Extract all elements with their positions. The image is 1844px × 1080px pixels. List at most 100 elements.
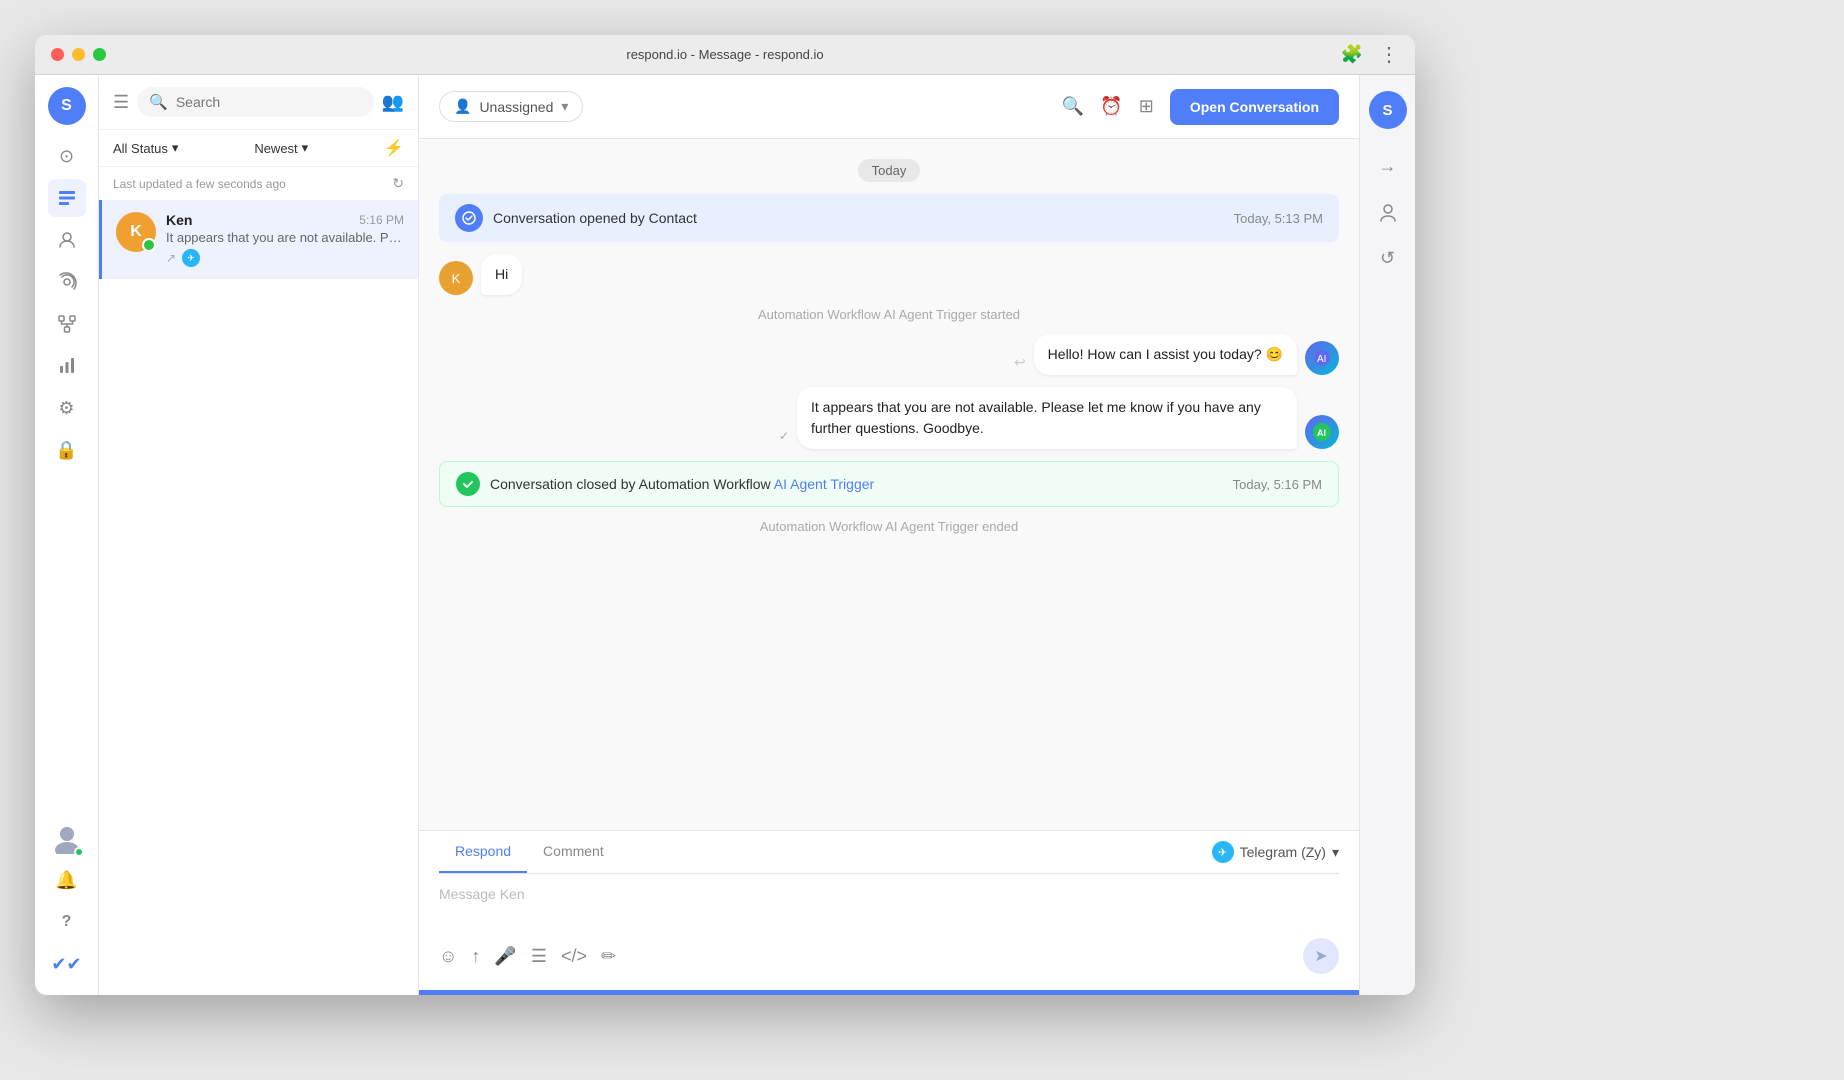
forward-icon: ↗ <box>166 251 176 265</box>
assignee-dropdown[interactable]: 👤 Unassigned ▾ <box>439 91 583 122</box>
open-conversation-button[interactable]: Open Conversation <box>1170 89 1339 125</box>
message-bubble-incoming: Hi <box>481 254 522 295</box>
send-button[interactable]: ➤ <box>1303 938 1339 974</box>
svg-text:AI: AI <box>1317 428 1326 438</box>
date-chip: Today <box>858 159 921 182</box>
hierarchy-icon[interactable]: ⊞ <box>1139 96 1154 117</box>
history-icon[interactable]: ↺ <box>1369 239 1407 277</box>
conversation-panel: ☰ 🔍 👥 All Status ▾ Newest ▾ ⚡ L <box>99 75 419 995</box>
telegram-icon: ✈ <box>1212 841 1234 863</box>
channel-selector[interactable]: ✈ Telegram (Zy) ▾ <box>1212 831 1339 873</box>
sidebar-item-contacts[interactable] <box>48 221 86 259</box>
refresh-icon[interactable]: ↻ <box>392 175 404 192</box>
menu-icon[interactable]: ⋮ <box>1379 42 1399 67</box>
last-updated-text: Last updated a few seconds ago <box>113 177 286 191</box>
emoji-icon[interactable]: ☺ <box>439 946 457 967</box>
tab-comment[interactable]: Comment <box>527 831 620 873</box>
right-user-avatar[interactable]: S <box>1369 91 1407 129</box>
compose-area: Respond Comment ✈ Telegram (Zy) ▾ Messag… <box>419 830 1359 990</box>
ai-trigger-link[interactable]: AI Agent Trigger <box>774 476 874 492</box>
person-icon: 👤 <box>454 98 471 115</box>
nav-bottom: 🔔 ? ✔✔ <box>48 819 86 983</box>
automation-ended-text: Automation Workflow AI Agent Trigger end… <box>439 519 1339 534</box>
title-bar-right: 🧩 ⋮ <box>1341 42 1399 67</box>
online-badge <box>142 238 156 252</box>
sidebar-item-notifications[interactable]: 🔔 <box>48 861 86 899</box>
sidebar-item-workflows[interactable] <box>48 305 86 343</box>
user-avatar[interactable]: S <box>48 87 86 125</box>
filter-row: All Status ▾ Newest ▾ ⚡ <box>99 130 418 167</box>
variable-icon[interactable]: </> <box>561 946 587 967</box>
right-panel: S → ↺ <box>1359 75 1415 995</box>
close-button[interactable] <box>51 48 64 61</box>
puzzle-icon[interactable]: 🧩 <box>1341 44 1363 65</box>
search-input[interactable] <box>176 94 362 110</box>
search-box[interactable]: 🔍 <box>137 87 373 117</box>
sidebar-item-security[interactable]: 🔒 <box>48 431 86 469</box>
search-icon: 🔍 <box>149 93 168 111</box>
add-contact-icon[interactable]: 👥 <box>382 92 404 113</box>
fullscreen-button[interactable] <box>93 48 106 61</box>
system-msg-closed: Conversation closed by Automation Workfl… <box>439 461 1339 507</box>
sidebar-item-reports[interactable] <box>48 347 86 385</box>
reply-icon: ↩ <box>1014 354 1026 371</box>
last-updated-row: Last updated a few seconds ago ↻ <box>99 167 418 200</box>
chevron-down-icon: ▾ <box>561 98 568 115</box>
conv-header: ☰ 🔍 👥 <box>99 75 418 130</box>
sort-filter[interactable]: Newest ▾ <box>254 140 308 156</box>
audio-icon[interactable]: 🎤 <box>494 946 516 967</box>
title-bar: respond.io - Message - respond.io 🧩 ⋮ <box>35 35 1415 75</box>
compose-toolbar: ☺ ↑ 🎤 ☰ </> ✏ ➤ <box>439 938 1339 974</box>
traffic-lights <box>51 48 106 61</box>
conv-contact-name: Ken <box>166 212 192 228</box>
date-divider: Today <box>439 159 1339 182</box>
conv-details: Ken 5:16 PM It appears that you are not … <box>166 212 404 267</box>
message-row-bot-2: ✓ It appears that you are not available.… <box>439 387 1339 449</box>
automation-started-text: Automation Workflow AI Agent Trigger sta… <box>439 307 1339 322</box>
main-content: S ⊙ <box>35 75 1415 995</box>
message-row-incoming: K Hi <box>439 254 1339 295</box>
sidebar-item-broadcasts[interactable] <box>48 263 86 301</box>
system-closed-time: Today, 5:16 PM <box>1233 477 1322 492</box>
system-msg-opened: Conversation opened by Contact Today, 5:… <box>439 194 1339 242</box>
sidebar-item-profile[interactable] <box>48 819 86 857</box>
system-msg-text: Conversation opened by Contact <box>493 210 1224 226</box>
conv-preview: It appears that you are not available. P… <box>166 230 404 245</box>
tab-respond[interactable]: Respond <box>439 831 527 873</box>
telegram-badge: ✈ <box>182 249 200 267</box>
sidebar-item-settings[interactable]: ⚙ <box>48 389 86 427</box>
sidebar-item-checkmark[interactable]: ✔✔ <box>48 945 86 983</box>
conversation-item[interactable]: K Ken 5:16 PM It appears that you are no… <box>99 200 418 279</box>
status-filter[interactable]: All Status ▾ <box>113 140 178 156</box>
person-wave-icon[interactable] <box>1369 193 1407 231</box>
sidebar-item-dashboard[interactable]: ⊙ <box>48 137 86 175</box>
attachment-icon[interactable]: ↑ <box>471 946 480 967</box>
chevron-down-icon: ▾ <box>302 140 309 156</box>
conv-icons: ↗ ✈ <box>166 249 404 267</box>
forward-action-icon[interactable]: → <box>1369 147 1407 185</box>
compose-tabs: Respond Comment ✈ Telegram (Zy) ▾ <box>439 831 1339 874</box>
checkmark-icon: ✓ <box>779 429 789 443</box>
message-row-bot-1: ↩ Hello! How can I assist you today? 😊 A… <box>439 334 1339 375</box>
conv-time: 5:16 PM <box>359 213 404 227</box>
clock-icon[interactable]: ⏰ <box>1100 96 1122 117</box>
mac-window: respond.io - Message - respond.io 🧩 ⋮ S … <box>35 35 1415 995</box>
message-placeholder: Message Ken <box>439 886 525 902</box>
chevron-down-icon: ▾ <box>172 140 179 156</box>
chat-messages: Today Conversation opened by Contact Tod… <box>419 139 1359 830</box>
sidebar-item-help[interactable]: ? <box>48 903 86 941</box>
left-nav: S ⊙ <box>35 75 99 995</box>
minimize-button[interactable] <box>72 48 85 61</box>
filter-icon[interactable]: ⚡ <box>384 138 404 158</box>
sidebar-toggle-icon[interactable]: ☰ <box>113 92 129 113</box>
message-bubble-bot-1: Hello! How can I assist you today? 😊 <box>1034 334 1297 375</box>
message-input[interactable]: Message Ken <box>439 886 1339 926</box>
chevron-down-icon: ▾ <box>1332 844 1339 861</box>
sidebar-item-conversations[interactable] <box>48 179 86 217</box>
channel-label: Telegram (Zy) <box>1240 844 1326 860</box>
template-icon[interactable]: ☰ <box>531 946 547 967</box>
system-msg-time: Today, 5:13 PM <box>1234 211 1323 226</box>
svg-text:AI: AI <box>1317 354 1326 365</box>
magic-icon[interactable]: ✏ <box>601 946 616 967</box>
search-icon[interactable]: 🔍 <box>1062 96 1084 117</box>
